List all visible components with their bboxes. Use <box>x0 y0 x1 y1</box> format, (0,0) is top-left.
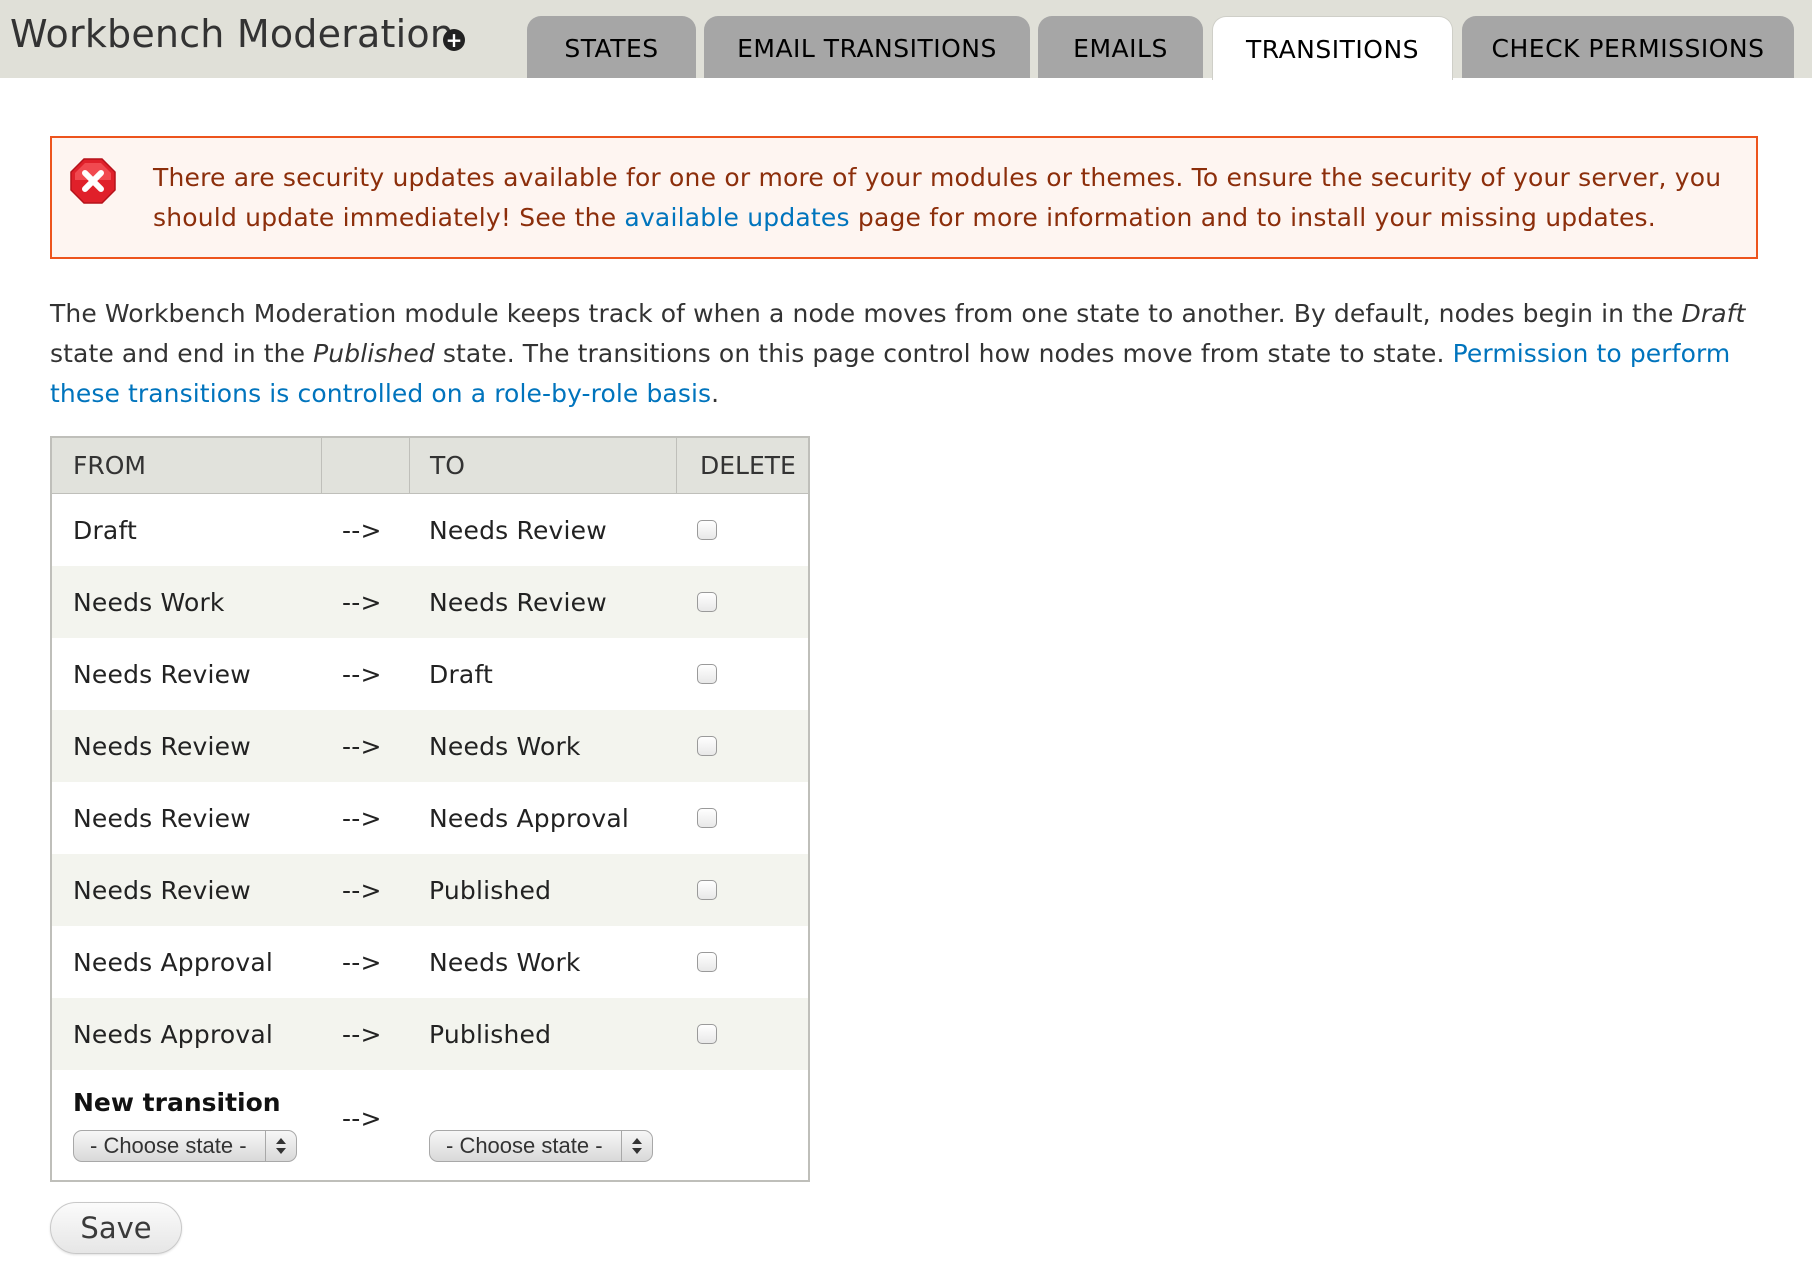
error-icon <box>70 158 116 204</box>
page-header: Workbench Moderation + STATES EMAIL TRAN… <box>0 0 1812 80</box>
cell-to: Published <box>429 1019 552 1049</box>
select-arrows-icon <box>265 1131 296 1161</box>
tab-label: STATES <box>564 33 659 63</box>
table-row: Needs Review --> Needs Work <box>52 710 808 782</box>
save-button[interactable]: Save <box>50 1202 182 1254</box>
delete-checkbox[interactable] <box>697 520 717 540</box>
cell-arrow: --> <box>342 659 382 689</box>
cell-arrow: --> <box>342 1019 382 1049</box>
tab-label: CHECK PERMISSIONS <box>1491 33 1765 63</box>
cell-to: Draft <box>429 659 494 689</box>
cell-from: Needs Review <box>73 875 251 905</box>
delete-checkbox[interactable] <box>697 1024 717 1044</box>
available-updates-link[interactable]: available updates <box>624 203 849 232</box>
cell-to: Needs Work <box>429 731 581 761</box>
page-description: The Workbench Moderation module keeps tr… <box>50 294 1775 414</box>
cell-to: Needs Review <box>429 587 607 617</box>
table-row: Needs Approval --> Needs Work <box>52 926 808 998</box>
table-row: Needs Approval --> Published <box>52 998 808 1070</box>
table-row: Needs Review --> Needs Approval <box>52 782 808 854</box>
cell-from: Needs Review <box>73 731 251 761</box>
tab-email-transitions[interactable]: EMAIL TRANSITIONS <box>704 16 1030 78</box>
new-transition-arrow: --> <box>342 1103 382 1133</box>
header-divider <box>676 438 677 493</box>
transitions-table: FROM TO DELETE Draft --> Needs Review Ne… <box>50 436 810 1182</box>
tab-label: EMAILS <box>1073 33 1168 63</box>
cell-from: Needs Approval <box>73 1019 274 1049</box>
cell-to: Needs Review <box>429 515 607 545</box>
from-state-select[interactable]: - Choose state - <box>73 1130 297 1162</box>
delete-checkbox[interactable] <box>697 664 717 684</box>
to-state-select[interactable]: - Choose state - <box>429 1130 653 1162</box>
desc-text: state. The transitions on this page cont… <box>434 339 1453 368</box>
cell-to: Needs Work <box>429 947 581 977</box>
tab-states[interactable]: STATES <box>527 16 696 78</box>
security-alert: There are security updates available for… <box>50 136 1758 259</box>
alert-text-after: page for more information and to install… <box>849 203 1656 232</box>
new-transition-label: New transition <box>73 1088 281 1117</box>
cell-arrow: --> <box>342 803 382 833</box>
cell-arrow: --> <box>342 875 382 905</box>
cell-from: Needs Work <box>73 587 225 617</box>
desc-text: The Workbench Moderation module keeps tr… <box>50 299 1682 328</box>
cell-arrow: --> <box>342 587 382 617</box>
cell-from: Needs Review <box>73 659 251 689</box>
select-arrows-icon <box>621 1131 652 1161</box>
table-header: FROM TO DELETE <box>52 438 808 494</box>
cell-arrow: --> <box>342 515 382 545</box>
desc-end: . <box>711 379 720 408</box>
to-state-value: - Choose state - <box>446 1133 603 1158</box>
desc-text: state and end in the <box>50 339 314 368</box>
tab-emails[interactable]: EMAILS <box>1038 16 1203 78</box>
cell-to: Published <box>429 875 552 905</box>
alert-message: There are security updates available for… <box>153 158 1743 238</box>
delete-checkbox[interactable] <box>697 808 717 828</box>
delete-checkbox[interactable] <box>697 880 717 900</box>
delete-checkbox[interactable] <box>697 736 717 756</box>
cell-from: Needs Review <box>73 803 251 833</box>
table-row: Draft --> Needs Review <box>52 494 808 566</box>
tab-label: EMAIL TRANSITIONS <box>737 33 997 63</box>
header-delete: DELETE <box>700 451 796 480</box>
tab-transitions[interactable]: TRANSITIONS <box>1212 16 1453 80</box>
delete-checkbox[interactable] <box>697 592 717 612</box>
add-shortcut-icon[interactable]: + <box>443 29 465 51</box>
desc-published: Published <box>313 339 435 368</box>
header-to: TO <box>430 451 465 480</box>
table-row: Needs Work --> Needs Review <box>52 566 808 638</box>
from-state-value: - Choose state - <box>90 1133 247 1158</box>
tab-label: TRANSITIONS <box>1245 35 1420 64</box>
cell-to: Needs Approval <box>429 803 630 833</box>
desc-draft: Draft <box>1681 299 1746 328</box>
header-from: FROM <box>73 451 146 480</box>
cell-from: Draft <box>73 515 138 545</box>
cell-arrow: --> <box>342 731 382 761</box>
header-divider <box>409 438 410 493</box>
cell-arrow: --> <box>342 947 382 977</box>
cell-from: Needs Approval <box>73 947 274 977</box>
header-divider <box>321 438 322 493</box>
table-row: Needs Review --> Published <box>52 854 808 926</box>
page-title: Workbench Moderation <box>10 12 455 56</box>
tab-check-permissions[interactable]: CHECK PERMISSIONS <box>1462 16 1794 78</box>
table-row: Needs Review --> Draft <box>52 638 808 710</box>
delete-checkbox[interactable] <box>697 952 717 972</box>
